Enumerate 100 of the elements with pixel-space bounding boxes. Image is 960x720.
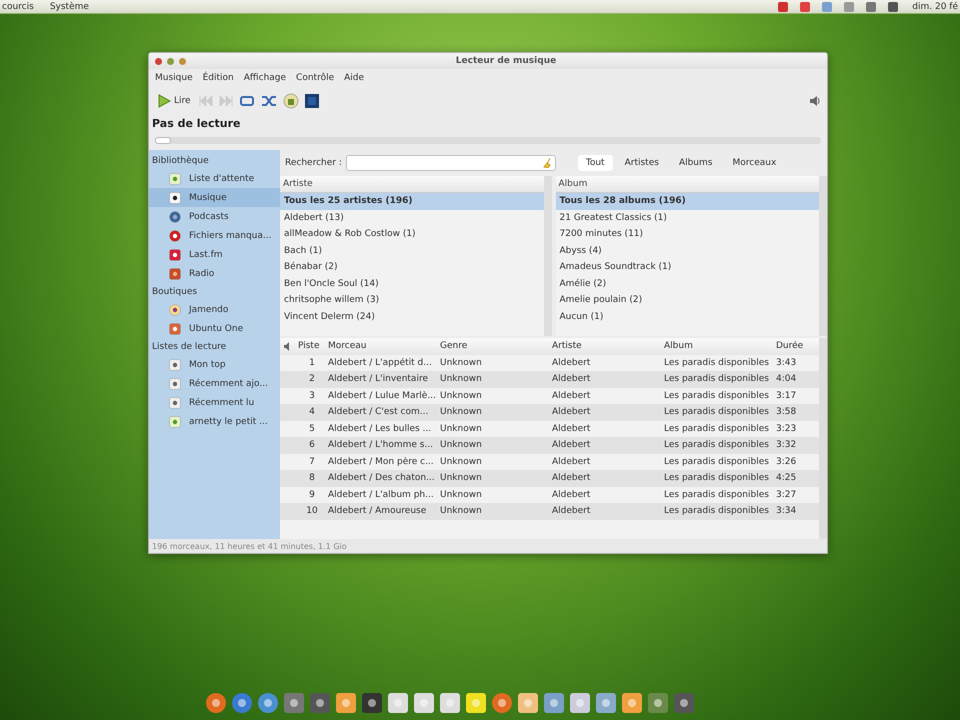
panel-menu[interactable]: courcis: [0, 2, 36, 12]
table-cell-text: Les paradis disponibles: [663, 456, 770, 467]
list-row[interactable]: 7200 minutes (11): [556, 226, 819, 242]
sidebar-section-title[interactable]: Boutiques: [149, 283, 280, 300]
clock[interactable]: dim. 20 fé: [910, 2, 960, 12]
sidebar-item[interactable]: Liste d'attente: [149, 169, 280, 188]
list-row[interactable]: Amelie poulain (2): [556, 292, 819, 308]
table-cell-text: Aldebert: [551, 440, 592, 450]
table-cell-text: Les paradis disponibles: [663, 358, 770, 368]
window-title: Lecteur de musique: [454, 56, 558, 66]
table-cell-text: 6: [308, 440, 316, 450]
column-header[interactable]: Genre: [438, 341, 550, 352]
sidebar-section-title[interactable]: Listes de lecture: [149, 338, 280, 355]
sidebar-section-title[interactable]: Bibliothèque: [149, 152, 280, 169]
play-button[interactable]: Lire: [155, 92, 193, 110]
filter-tab[interactable]: Morceaux: [724, 155, 784, 171]
list-row[interactable]: chritsophe willem (3): [280, 292, 544, 308]
list-row[interactable]: Tous les 28 albums (196): [556, 193, 819, 210]
table-cell-text: 7: [308, 456, 316, 467]
filter-tab[interactable]: Tout: [578, 155, 613, 171]
list-row[interactable]: Bach (1): [280, 242, 544, 259]
close-icon[interactable]: [155, 58, 162, 64]
table-cell-text: 3: [308, 390, 316, 401]
menu-item[interactable]: Aide: [344, 73, 364, 83]
table-cell-text: Les paradis disponibles: [663, 506, 770, 516]
sidebar-item[interactable]: Fichiers manqua...: [149, 226, 280, 245]
column-header[interactable]: Morceau: [326, 341, 438, 352]
table-cell-text: Unknown: [439, 407, 483, 418]
table-cell-text: 1: [308, 358, 316, 368]
menu-item[interactable]: Contrôle: [296, 73, 334, 83]
list-row[interactable]: Abyss (4): [556, 242, 819, 259]
menu-item[interactable]: Affichage: [244, 73, 286, 83]
column-header[interactable]: Piste: [296, 341, 326, 352]
table-cell-text: 5: [308, 424, 316, 434]
sidebar-item[interactable]: Musique: [149, 188, 280, 207]
table-cell-text: 8: [308, 473, 316, 484]
column-header[interactable]: Durée: [774, 341, 819, 352]
table-cell-text: Les paradis disponibles: [663, 374, 770, 384]
sidebar-item[interactable]: Podcasts: [149, 207, 280, 226]
table-cell-text: Aldebert / Amoureuse: [327, 506, 428, 516]
menu-item[interactable]: Musique: [155, 73, 193, 83]
list-row[interactable]: Amadeus Soundtrack (1): [556, 259, 819, 276]
minimize-icon[interactable]: [167, 58, 174, 64]
table-cell-text: Les paradis disponibles: [663, 473, 770, 484]
sidebar-item[interactable]: Radio: [149, 264, 280, 283]
table-cell-text: 3:43: [775, 358, 798, 368]
table-cell-text: 10: [305, 506, 319, 516]
sidebar-item[interactable]: Mon top: [149, 355, 280, 374]
table-cell-text: Aldebert: [551, 456, 592, 467]
column-header[interactable]: Artiste: [550, 341, 662, 352]
table-cell-text: Unknown: [439, 390, 483, 401]
table-cell-text: 3:27: [775, 490, 798, 500]
column-header[interactable]: Album: [662, 341, 774, 352]
sidebar-item[interactable]: Récemment lu: [149, 393, 280, 412]
table-cell-text: 2: [308, 374, 316, 384]
list-row[interactable]: Vincent Delerm (24): [280, 308, 544, 325]
table-cell-text: Les paradis disponibles: [663, 390, 770, 401]
table-cell-text: Les paradis disponibles: [663, 424, 770, 434]
table-cell-text: Aldebert: [551, 358, 592, 368]
sidebar-item[interactable]: Récemment ajo...: [149, 374, 280, 393]
list-row[interactable]: allMeadow & Rob Costlow (1): [280, 226, 544, 242]
menu-item[interactable]: Édition: [202, 73, 234, 83]
table-cell-text: 4:04: [775, 374, 798, 384]
list-row[interactable]: Aucun (1): [556, 308, 819, 325]
now-playing-label: Pas de lecture: [151, 116, 242, 132]
table-cell-text: Aldebert / Des chaton...: [327, 473, 436, 484]
filter-tab[interactable]: Albums: [670, 155, 720, 171]
list-row[interactable]: Aldebert (13): [280, 210, 544, 226]
column-header[interactable]: Album: [556, 176, 819, 193]
table-cell-text: Unknown: [439, 473, 483, 484]
seek-thumb[interactable]: [155, 137, 171, 144]
sidebar-item[interactable]: Jamendo: [149, 300, 280, 319]
sidebar-item[interactable]: arnetty le petit ...: [149, 412, 280, 431]
sidebar-item[interactable]: Last.fm: [149, 245, 280, 264]
maximize-icon[interactable]: [179, 58, 186, 64]
table-cell-text: 4:25: [775, 473, 798, 484]
list-row[interactable]: Bénabar (2): [280, 259, 544, 276]
table-cell-text: Unknown: [439, 358, 483, 368]
shuffle-icon[interactable]: [260, 95, 277, 107]
table-cell-text: Aldebert / C'est com...: [327, 407, 430, 418]
table-cell-text: Aldebert: [551, 490, 592, 500]
list-row[interactable]: 21 Greatest Classics (1): [556, 210, 819, 226]
table-cell-text: 3:23: [775, 424, 798, 434]
table-cell-text: Aldebert / Les bulles ...: [327, 424, 432, 434]
table-cell-text: Aldebert: [551, 407, 592, 418]
table-cell-text: 4: [308, 407, 316, 418]
table-cell-text: Les paradis disponibles: [663, 440, 770, 450]
table-cell-text: 3:58: [775, 407, 798, 418]
list-row[interactable]: Amélie (2): [556, 276, 819, 292]
broom-icon[interactable]: [542, 158, 552, 168]
search-field[interactable]: [346, 155, 556, 171]
list-row[interactable]: Ben l'Oncle Soul (14): [280, 276, 544, 292]
column-header[interactable]: Artiste: [280, 176, 544, 193]
filter-tab[interactable]: Artistes: [616, 155, 667, 171]
sidebar-item[interactable]: Ubuntu One: [149, 319, 280, 338]
repeat-icon[interactable]: [238, 95, 255, 107]
panel-menu[interactable]: Système: [48, 2, 91, 12]
list-row[interactable]: Tous les 25 artistes (196): [280, 193, 544, 210]
table-cell-text: Aldebert / L'homme s...: [327, 440, 434, 450]
table-cell-text: 3:34: [775, 506, 798, 516]
